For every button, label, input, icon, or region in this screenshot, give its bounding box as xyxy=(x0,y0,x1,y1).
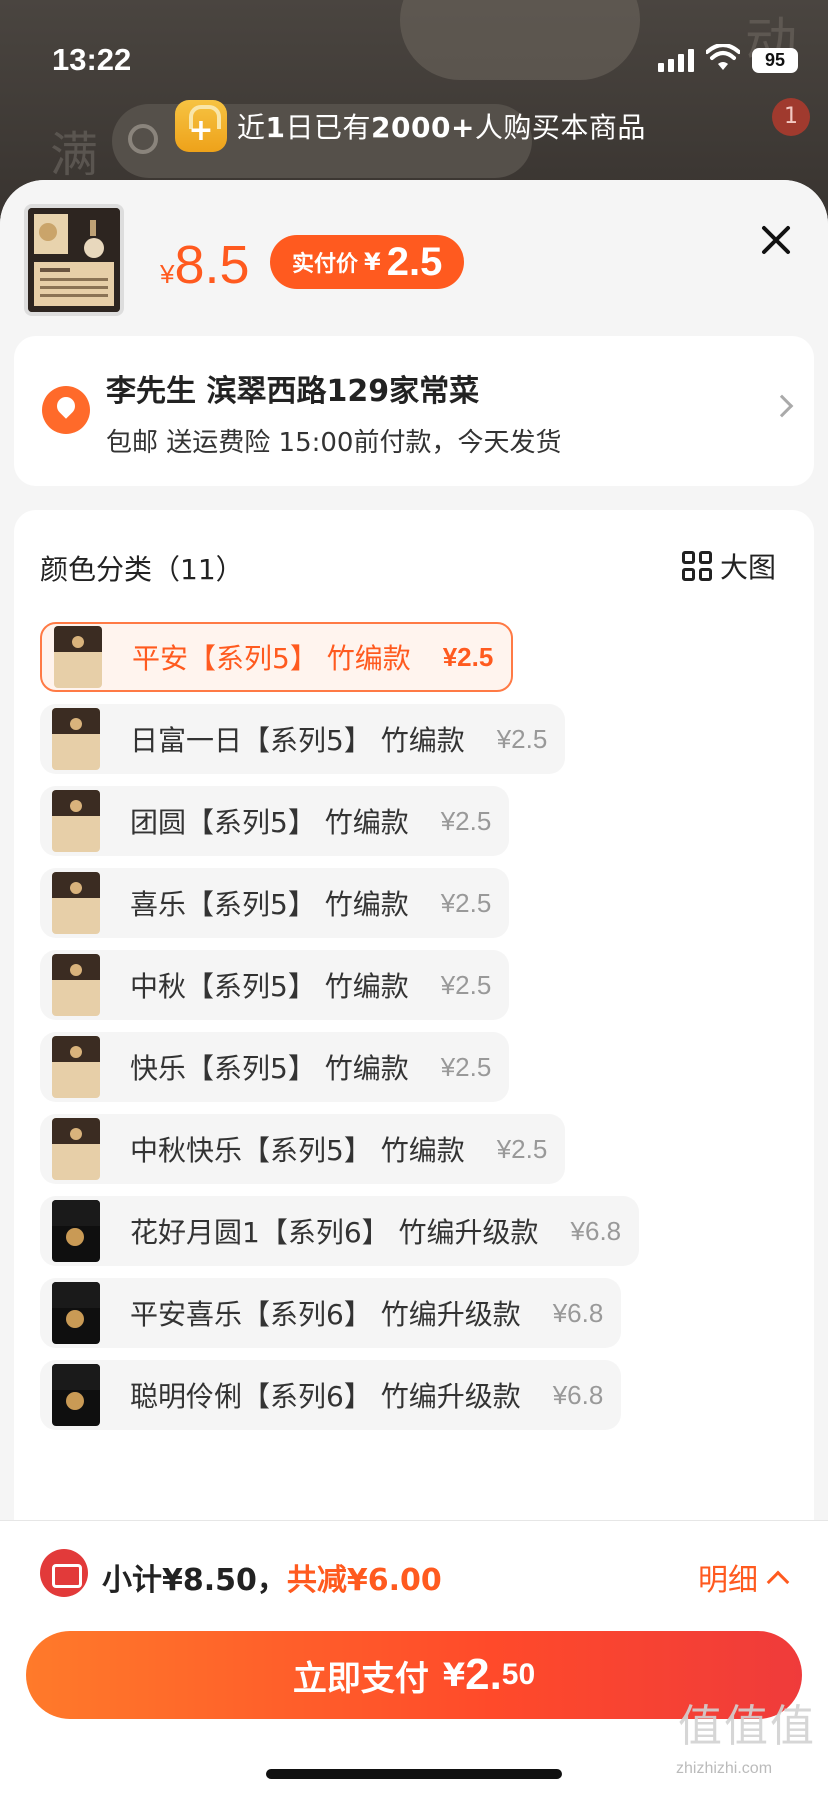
detail-label: 明细 xyxy=(698,1563,758,1598)
option-item[interactable]: 喜乐【系列5】 竹编款 ¥2.5 xyxy=(40,868,510,938)
option-item-selected[interactable]: 平安【系列5】 竹编款 ¥2.5 xyxy=(40,622,514,692)
option-name: 喜乐【系列5】 竹编款 xyxy=(130,888,409,921)
grid-icon xyxy=(682,551,712,581)
big-view-button[interactable]: 大图 xyxy=(682,546,776,586)
option-item[interactable]: 聪明伶俐【系列6】 竹编升级款 ¥6.8 xyxy=(40,1360,622,1430)
status-time: 13:22 xyxy=(52,42,132,77)
option-price: ¥2.5 xyxy=(442,641,494,672)
option-thumbnail xyxy=(52,1282,100,1344)
discount-amount: 共减¥6.00 xyxy=(286,1563,442,1598)
chevron-up-icon xyxy=(766,1570,790,1594)
subtotal-text: 小计¥8.50，共减¥6.00 xyxy=(102,1555,442,1599)
product-thumbnail[interactable] xyxy=(24,204,124,316)
option-item[interactable]: 快乐【系列5】 竹编款 ¥2.5 xyxy=(40,1032,510,1102)
pay-amount-int: 2. xyxy=(465,1650,502,1699)
option-name: 平安【系列5】 竹编款 xyxy=(132,642,411,675)
option-item[interactable]: 花好月圆1【系列6】 竹编升级款 ¥6.8 xyxy=(40,1196,640,1266)
option-thumbnail xyxy=(52,1118,100,1180)
watermark-url: zhizhizhi.com xyxy=(676,1760,773,1777)
home-indicator xyxy=(266,1769,562,1779)
option-price: ¥2.5 xyxy=(496,723,548,754)
signal-icon xyxy=(658,48,694,72)
option-item[interactable]: 日富一日【系列5】 竹编款 ¥2.5 xyxy=(40,704,566,774)
option-thumbnail xyxy=(52,954,100,1016)
options-title: 颜色分类（11） xyxy=(40,553,244,586)
option-price: ¥2.5 xyxy=(440,887,492,918)
option-item[interactable]: 团圆【系列5】 竹编款 ¥2.5 xyxy=(40,786,510,856)
option-price: ¥2.5 xyxy=(440,805,492,836)
option-name: 日富一日【系列5】 竹编款 xyxy=(130,724,465,757)
pay-amount-dec: 50 xyxy=(501,1658,536,1691)
option-item[interactable]: 中秋【系列5】 竹编款 ¥2.5 xyxy=(40,950,510,1020)
option-price: ¥2.5 xyxy=(440,969,492,1000)
option-name: 快乐【系列5】 竹编款 xyxy=(130,1052,409,1085)
coupon-icon xyxy=(40,1549,88,1597)
sheet-header: ¥8.5 实付价 ¥ 2.5 xyxy=(0,180,828,330)
shipping-info: 包邮 送运费险 15:00前付款，今天发货 xyxy=(106,428,562,458)
option-price: ¥6.8 xyxy=(552,1297,604,1328)
location-pin-icon xyxy=(42,386,90,434)
option-name: 花好月圆1【系列6】 竹编升级款 xyxy=(130,1216,539,1249)
background-deco-text: 满 xyxy=(50,127,99,183)
option-thumbnail xyxy=(54,626,102,688)
actual-price-badge: 实付价 ¥ 2.5 xyxy=(270,235,465,289)
address-recipient: 李先生 滨翠西路129家常菜 xyxy=(106,374,480,409)
big-view-label: 大图 xyxy=(720,551,777,584)
product-price: ¥8.5 xyxy=(160,235,250,295)
option-thumbnail xyxy=(52,790,100,852)
option-name: 中秋【系列5】 竹编款 xyxy=(130,970,409,1003)
option-name: 平安喜乐【系列6】 竹编升级款 xyxy=(130,1298,521,1331)
watermark: 值值值 xyxy=(678,1701,816,1752)
status-bar: 13:22 95 xyxy=(0,0,828,100)
option-thumbnail xyxy=(52,1364,100,1426)
option-thumbnail xyxy=(52,1036,100,1098)
close-icon[interactable] xyxy=(756,220,796,260)
option-price: ¥6.8 xyxy=(570,1215,622,1246)
detail-button[interactable]: 明细 xyxy=(698,1555,790,1599)
option-name: 团圆【系列5】 竹编款 xyxy=(130,806,409,839)
bag-icon xyxy=(175,100,227,152)
purchase-banner: 近1日已有2000+人购买本商品 xyxy=(175,100,646,152)
battery-indicator: 95 xyxy=(752,48,798,73)
address-card[interactable]: 李先生 滨翠西路129家常菜 包邮 送运费险 15:00前付款，今天发货 xyxy=(14,336,814,486)
wifi-icon xyxy=(706,44,740,70)
option-item[interactable]: 平安喜乐【系列6】 竹编升级款 ¥6.8 xyxy=(40,1278,622,1348)
purchase-banner-text: 近1日已有2000+人购买本商品 xyxy=(237,111,646,144)
subtotal-amount: 小计¥8.50， xyxy=(102,1563,287,1598)
pay-currency: ¥ xyxy=(442,1656,466,1694)
option-name: 中秋快乐【系列5】 竹编款 xyxy=(130,1134,465,1167)
search-icon xyxy=(128,124,158,154)
option-name: 聪明伶俐【系列6】 竹编升级款 xyxy=(130,1380,521,1413)
option-item[interactable]: 中秋快乐【系列5】 竹编款 ¥2.5 xyxy=(40,1114,566,1184)
option-thumbnail xyxy=(52,708,100,770)
chevron-right-icon xyxy=(770,394,794,418)
option-thumbnail xyxy=(52,872,100,934)
option-price: ¥2.5 xyxy=(496,1133,548,1164)
pay-button-label: 立即支付 xyxy=(292,1658,429,1699)
option-thumbnail xyxy=(52,1200,100,1262)
option-price: ¥2.5 xyxy=(440,1051,492,1082)
cart-badge: 1 xyxy=(772,98,810,136)
option-price: ¥6.8 xyxy=(552,1379,604,1410)
